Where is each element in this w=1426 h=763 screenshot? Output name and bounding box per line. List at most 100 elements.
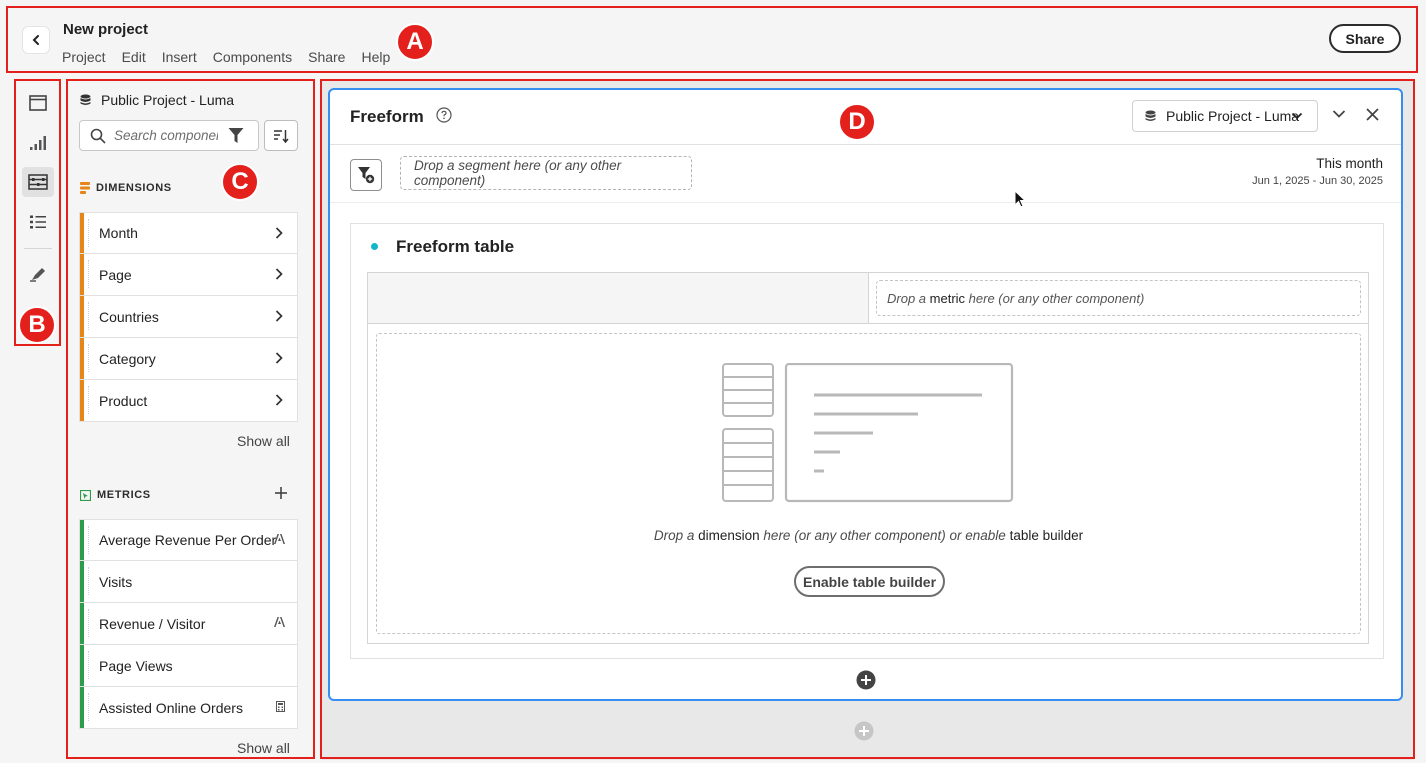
annotation-marker-d: D bbox=[838, 103, 876, 141]
data-source-picker[interactable]: Public Project - Luma bbox=[1132, 100, 1318, 132]
sort-icon bbox=[274, 129, 289, 143]
rail-brush[interactable] bbox=[22, 259, 54, 289]
drag-handle[interactable] bbox=[88, 386, 89, 414]
menu-share[interactable]: Share bbox=[308, 49, 345, 65]
brush-icon bbox=[30, 268, 45, 282]
drag-handle[interactable] bbox=[88, 651, 89, 679]
dimension-item-countries[interactable]: Countries bbox=[79, 296, 298, 338]
dimensions-show-all[interactable]: Show all bbox=[237, 433, 290, 449]
rail-components[interactable] bbox=[22, 167, 54, 197]
metric-label: Assisted Online Orders bbox=[99, 699, 243, 716]
cursor-icon bbox=[1014, 190, 1026, 208]
dimension-label: Page bbox=[99, 266, 132, 283]
chevron-right-icon[interactable] bbox=[275, 268, 283, 280]
panel-data-source[interactable]: Public Project - Luma bbox=[80, 92, 234, 108]
drag-handle[interactable] bbox=[88, 260, 89, 288]
rail-visualizations[interactable] bbox=[22, 128, 54, 158]
drag-handle[interactable] bbox=[88, 526, 89, 554]
metric-item-assisted-orders[interactable]: Assisted Online Orders bbox=[79, 687, 298, 729]
app-header: New project Project Edit Insert Componen… bbox=[0, 0, 1426, 74]
metrics-show-all[interactable]: Show all bbox=[237, 740, 290, 756]
drag-handle[interactable] bbox=[88, 344, 89, 372]
rail-list[interactable] bbox=[22, 207, 54, 237]
adobe-icon bbox=[274, 534, 285, 544]
chevron-right-icon[interactable] bbox=[275, 352, 283, 364]
chevron-right-icon[interactable] bbox=[275, 310, 283, 322]
metric-label: Revenue / Visitor bbox=[99, 615, 206, 632]
date-label[interactable]: This month bbox=[1316, 156, 1383, 171]
drag-handle[interactable] bbox=[88, 693, 89, 721]
database-icon bbox=[1145, 110, 1156, 121]
dimension-drop-zone[interactable]: Drop a dimension here (or any other comp… bbox=[376, 333, 1361, 634]
metric-drop-zone[interactable]: Drop a metric here (or any other compone… bbox=[876, 280, 1361, 316]
menu-help[interactable]: Help bbox=[361, 49, 390, 65]
dimension-item-category[interactable]: Category bbox=[79, 338, 298, 380]
panel-icon bbox=[29, 95, 47, 111]
drag-handle[interactable] bbox=[88, 219, 89, 247]
metric-item-revenue-visitor[interactable]: Revenue / Visitor bbox=[79, 603, 298, 645]
help-icon[interactable] bbox=[436, 107, 452, 123]
chevron-right-icon[interactable] bbox=[275, 394, 283, 406]
filter-icon[interactable] bbox=[228, 127, 244, 144]
chevron-down-icon bbox=[1291, 112, 1303, 120]
table-status-dot bbox=[371, 243, 378, 250]
dimension-color-bar bbox=[80, 380, 84, 421]
collapse-chevron-icon[interactable] bbox=[1332, 109, 1346, 119]
drag-handle[interactable] bbox=[88, 609, 89, 637]
calculator-icon bbox=[276, 701, 285, 712]
date-range[interactable]: Jun 1, 2025 - Jun 30, 2025 bbox=[1252, 175, 1383, 187]
dimension-item-month[interactable]: Month bbox=[79, 212, 298, 254]
menu-components[interactable]: Components bbox=[213, 49, 292, 65]
metric-item-avg-revenue[interactable]: Average Revenue Per Order bbox=[79, 519, 298, 561]
panel-data-source-label: Public Project - Luma bbox=[101, 92, 235, 108]
share-button[interactable]: Share bbox=[1329, 24, 1401, 53]
dimension-item-product[interactable]: Product bbox=[79, 380, 298, 422]
project-title: New project bbox=[63, 21, 149, 38]
dimension-label: Countries bbox=[99, 308, 159, 325]
menu-insert[interactable]: Insert bbox=[162, 49, 197, 65]
drag-handle[interactable] bbox=[88, 302, 89, 330]
component-search[interactable]: Search components bbox=[79, 120, 259, 151]
metric-item-page-views[interactable]: Page Views bbox=[79, 645, 298, 687]
add-visualization-icon[interactable] bbox=[856, 670, 876, 690]
sort-button[interactable] bbox=[264, 120, 298, 151]
rail-panels[interactable] bbox=[22, 88, 54, 118]
add-panel-icon[interactable] bbox=[854, 721, 874, 741]
freeform-table-title: Freeform table bbox=[396, 237, 515, 256]
freeform-table-card: Freeform table Drop a metric here (or an… bbox=[350, 223, 1384, 659]
dimensions-list: Month Page Countries Category Product bbox=[79, 212, 298, 422]
metric-label: Page Views bbox=[99, 657, 173, 674]
search-input[interactable]: Search components bbox=[114, 128, 218, 143]
menu-bar: Project Edit Insert Components Share Hel… bbox=[62, 49, 406, 65]
annotation-marker-b: B bbox=[18, 306, 56, 344]
menu-project[interactable]: Project bbox=[62, 49, 106, 65]
dimension-item-page[interactable]: Page bbox=[79, 254, 298, 296]
components-icon bbox=[28, 174, 48, 190]
metric-item-visits[interactable]: Visits bbox=[79, 561, 298, 603]
dimensions-heading: DIMENSIONS bbox=[80, 182, 172, 194]
add-metric-icon[interactable] bbox=[274, 486, 288, 500]
dimension-color-bar bbox=[80, 254, 84, 295]
metric-label: Average Revenue Per Order bbox=[99, 532, 277, 548]
metric-color-bar bbox=[80, 561, 84, 602]
annotation-marker-a: A bbox=[396, 23, 434, 61]
segment-drop-zone[interactable]: Drop a segment here (or any other compon… bbox=[400, 156, 692, 190]
back-button[interactable] bbox=[22, 26, 50, 54]
close-icon[interactable] bbox=[1366, 108, 1379, 121]
segment-filter-button[interactable] bbox=[350, 159, 382, 191]
data-source-label: Public Project - Luma bbox=[1166, 108, 1300, 124]
workspace: Freeform Public Project - Luma Drop a se… bbox=[322, 80, 1414, 760]
chevron-right-icon[interactable] bbox=[275, 227, 283, 239]
dimension-color-bar bbox=[80, 296, 84, 337]
enable-table-builder-button[interactable]: Enable table builder bbox=[794, 566, 945, 597]
search-icon bbox=[90, 128, 106, 144]
dimension-color-bar bbox=[80, 338, 84, 379]
dimension-drop-text: Drop a dimension here (or any other comp… bbox=[653, 528, 1084, 543]
metrics-heading: METRICS bbox=[80, 489, 151, 501]
menu-edit[interactable]: Edit bbox=[122, 49, 146, 65]
table-header-metric: Drop a metric here (or any other compone… bbox=[869, 273, 1368, 324]
drag-handle[interactable] bbox=[88, 567, 89, 595]
dimension-label: Product bbox=[99, 392, 148, 409]
panel-title: Freeform bbox=[350, 107, 424, 126]
metric-label: Visits bbox=[99, 573, 133, 590]
